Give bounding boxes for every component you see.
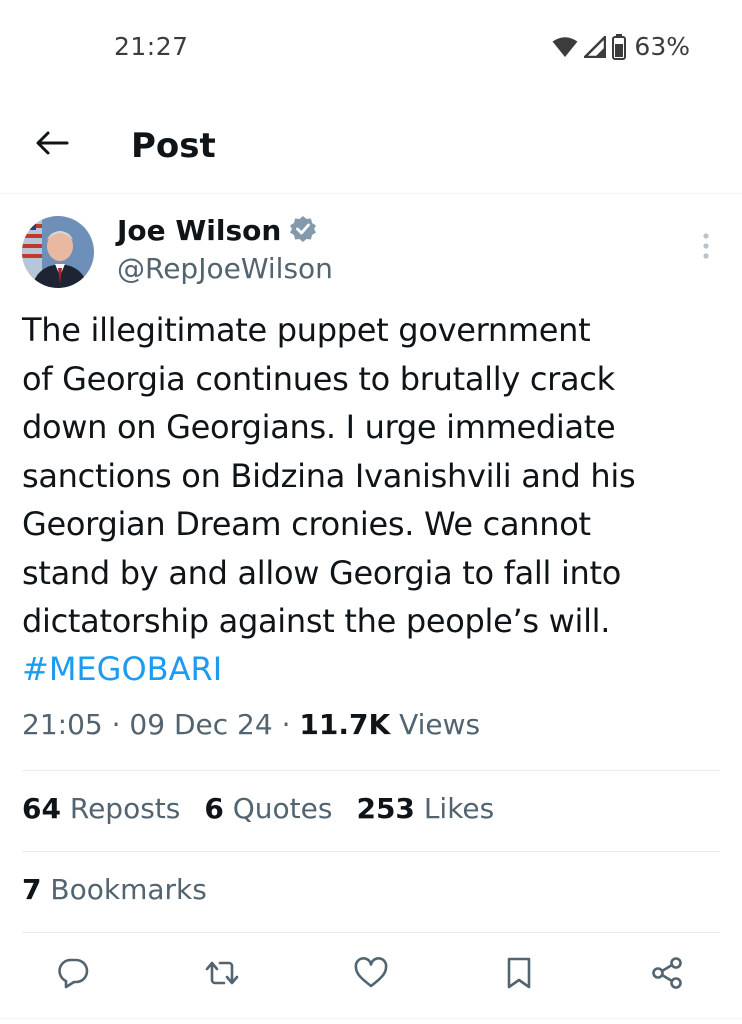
- repost-icon: [204, 956, 240, 994]
- tweet-date[interactable]: 09 Dec 24: [129, 708, 272, 741]
- reposts-label: Reposts: [69, 792, 181, 825]
- bookmarks-label: Bookmarks: [50, 873, 207, 906]
- divider: [22, 851, 720, 852]
- divider: [22, 770, 720, 771]
- meta-separator: ·: [281, 708, 291, 741]
- tweet-text-line: stand by and allow Georgia to fall into: [22, 553, 622, 592]
- views-label: Views: [399, 708, 481, 741]
- like-button[interactable]: [346, 950, 396, 1000]
- meta-separator: ·: [111, 708, 121, 741]
- quotes-label: Quotes: [232, 792, 333, 825]
- likes-count: 253: [356, 792, 415, 825]
- author-handle[interactable]: @RepJoeWilson: [117, 252, 333, 285]
- quotes-stat[interactable]: 6 Quotes: [204, 792, 332, 825]
- like-icon: [354, 957, 388, 993]
- share-button[interactable]: [642, 950, 692, 1000]
- battery-icon: [612, 33, 627, 60]
- reposts-count: 64: [22, 792, 61, 825]
- tweet-text-line: sanctions on Bidzina Ivanishvili and his: [22, 456, 636, 495]
- divider: [0, 1018, 742, 1019]
- bookmark-button[interactable]: [494, 950, 544, 1000]
- tweet-text-line: dictatorship against the people’s will.: [22, 602, 611, 640]
- status-icons: 63%: [552, 32, 690, 61]
- avatar[interactable]: [22, 216, 94, 288]
- tweet-text-line: Georgian Dream cronies. We cannot: [22, 505, 591, 543]
- arrow-left-icon: [35, 130, 69, 160]
- tweet-text-line: down on Georgians. I urge immediate: [22, 408, 616, 446]
- reply-button[interactable]: [48, 950, 98, 1000]
- author-name-row[interactable]: Joe Wilson: [117, 214, 317, 247]
- divider: [22, 932, 720, 933]
- page-title: Post: [131, 126, 216, 166]
- tweet-meta: 21:05 · 09 Dec 24 · 11.7K Views: [22, 708, 480, 741]
- likes-label: Likes: [423, 792, 495, 825]
- views-count: 11.7K: [299, 708, 391, 741]
- author-name: Joe Wilson: [117, 214, 282, 247]
- likes-stat[interactable]: 253 Likes: [356, 792, 494, 825]
- quotes-count: 6: [204, 792, 224, 825]
- reply-icon: [56, 956, 90, 994]
- verified-badge-icon: [289, 215, 317, 247]
- more-vertical-icon: [702, 233, 710, 263]
- bookmark-icon: [505, 956, 533, 994]
- more-options-button[interactable]: [690, 228, 722, 268]
- tweet-text: The illegitimate puppet government of Ge…: [22, 306, 722, 646]
- battery-percentage: 63%: [634, 32, 690, 61]
- tweet-text-line: of Georgia continues to brutally crack: [22, 359, 615, 398]
- share-icon: [650, 956, 684, 994]
- bookmarks-stat[interactable]: 7 Bookmarks: [22, 873, 207, 906]
- repost-button[interactable]: [197, 950, 247, 1000]
- hashtag-link[interactable]: #MEGOBARI: [22, 645, 222, 693]
- author-row: Joe Wilson @RepJoeWilson: [22, 214, 722, 294]
- action-bar: [0, 950, 742, 1002]
- bookmarks-count: 7: [22, 873, 42, 906]
- wifi-icon: [552, 36, 578, 58]
- reposts-stat[interactable]: 64 Reposts: [22, 792, 180, 825]
- post-header: Post: [0, 96, 742, 194]
- status-time: 21:27: [114, 32, 189, 61]
- tweet-text-line: The illegitimate puppet government: [22, 311, 591, 349]
- engagement-stats: 64 Reposts 6 Quotes 253 Likes: [22, 792, 494, 825]
- status-bar: 21:27 63%: [0, 0, 742, 96]
- signal-icon: [584, 35, 607, 58]
- back-button[interactable]: [28, 124, 76, 166]
- tweet-time[interactable]: 21:05: [22, 708, 103, 741]
